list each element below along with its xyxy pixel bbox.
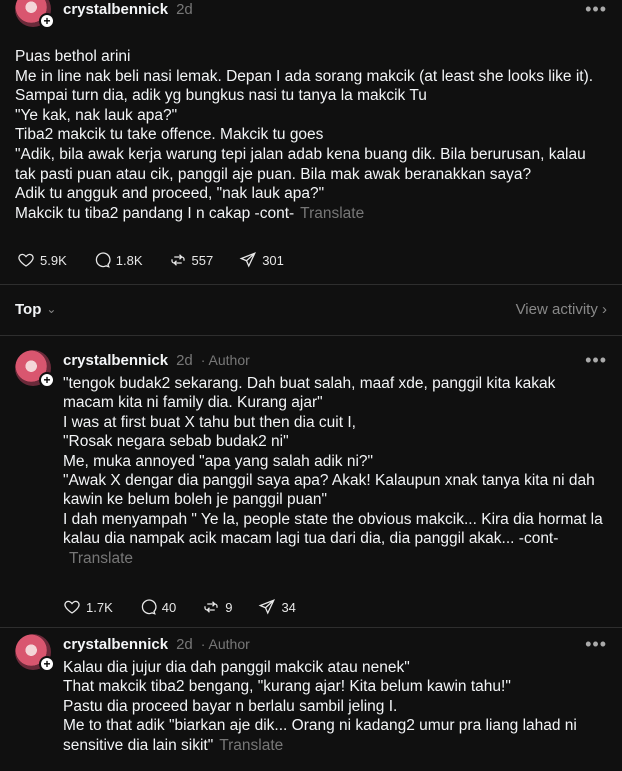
reply-body: Kalau dia jujur dia dah panggil makcik a… [63,658,610,755]
reply-header: crystalbennick 2d · Author ••• [63,634,607,654]
repost-button[interactable]: 557 [169,251,214,269]
share-button[interactable]: 34 [258,598,296,616]
like-count: 1.7K [86,599,113,615]
divider [0,627,622,628]
divider [0,335,622,336]
post-line-text: Makcik tu tiba2 pandang I n cakap -cont- [15,204,295,222]
avatar[interactable]: + [15,634,55,672]
reply-body: "tengok budak2 sekarang. Dah buat salah,… [63,374,610,568]
reply-line-text: Me to that adik "biarkan aje dik... Oran… [63,717,577,754]
post-time: 2d [176,0,193,18]
reply-line: That makcik tiba2 bengang, "kurang ajar!… [63,678,511,696]
translate-link[interactable]: Translate [300,205,364,222]
like-count: 5.9K [40,252,67,268]
repost-icon [170,254,185,266]
follow-plus-icon[interactable]: + [39,372,55,388]
reply-line: Kalau dia jujur dia dah panggil makcik a… [63,659,410,676]
share-count: 301 [262,252,284,268]
reply: + crystalbennick 2d · Author ••• "tengok… [15,350,610,620]
author-badge: · Author [200,636,250,652]
follow-plus-icon[interactable]: + [39,13,55,29]
username[interactable]: crystalbennick [63,1,168,18]
repost-icon [204,601,218,613]
reply-line: Pastu dia proceed bayar n berlalu sambil… [63,697,398,715]
comment-count: 40 [161,599,177,615]
reply-line: "tengok budak2 sekarang. Dah buat salah,… [63,375,556,412]
reply-line: Me, muka annoyed "apa yang salah adik ni… [63,452,374,470]
heart-icon [18,253,34,267]
like-button[interactable]: 5.9K [17,251,67,269]
post-line: Puas bethol arini [15,48,131,65]
author-badge: · Author [200,352,250,368]
divider [0,284,622,285]
sort-bar: Top ⌄ View activity › [15,298,607,320]
post-line: Adik tu angguk and proceed, "nak lauk ap… [15,185,325,203]
reply-line: I dah menyampah " Ye la, people state th… [63,510,610,568]
comment-icon [95,252,111,268]
more-options-icon[interactable]: ••• [585,350,607,371]
post-line: Makcik tu tiba2 pandang I n cakap -cont-… [15,204,610,224]
more-options-icon[interactable]: ••• [585,0,607,20]
avatar[interactable]: + [15,0,55,29]
repost-count: 9 [225,599,233,615]
post-line: "Ye kak, nak lauk apa?" [15,106,178,124]
send-icon [239,252,257,268]
heart-icon [64,600,80,614]
post-body: Puas bethol arini Me in line nak beli na… [15,47,610,223]
post-line: Tiba2 makcik tu take offence. Makcik tu … [15,126,324,144]
translate-link[interactable]: Translate [69,550,133,567]
post-line: Me in line nak beli nasi lemak. Depan I … [15,67,594,85]
reply-line: I was at first buat X tahu but then dia … [63,413,356,431]
follow-plus-icon[interactable]: + [39,656,55,672]
reply-time: 2d [176,635,193,653]
comment-button[interactable]: 1.8K [93,251,143,269]
post-line: Sampai turn dia, adik yg bungkus nasi tu… [15,87,427,105]
reply-line: "Rosak negara sebab budak2 ni" [63,433,289,451]
more-options-icon[interactable]: ••• [585,634,607,655]
view-activity-link[interactable]: View activity › [516,301,607,318]
sort-dropdown[interactable]: Top [15,301,41,318]
reply-line-text: I dah menyampah " Ye la, people state th… [63,510,603,548]
comment-count: 1.8K [115,252,143,268]
repost-button[interactable]: 9 [202,598,232,616]
post-actions: 5.9K 1.8K 557 301 [17,251,310,269]
post-header: + crystalbennick 2d ••• [15,0,607,29]
reply-header: crystalbennick 2d · Author ••• [63,350,607,370]
like-button[interactable]: 1.7K [63,598,113,616]
share-count: 34 [281,599,296,615]
reply-time: 2d [176,351,193,369]
avatar[interactable]: + [15,350,55,388]
translate-link[interactable]: Translate [219,737,283,754]
reply-line: "Awak X dengar dia panggil saya apa? Aka… [63,472,595,509]
reply-actions: 1.7K 40 9 34 [63,598,322,616]
username[interactable]: crystalbennick [63,352,168,369]
comment-button[interactable]: 40 [139,598,176,616]
reply-line: Me to that adik "biarkan aje dik... Oran… [63,716,610,755]
chevron-down-icon[interactable]: ⌄ [46,302,56,316]
post-line: "Adik, bila awak kerja warung tepi jalan… [15,145,586,183]
reply: + crystalbennick 2d · Author ••• Kalau d… [15,634,610,771]
chevron-right-icon: › [602,300,607,318]
share-button[interactable]: 301 [239,251,284,269]
username[interactable]: crystalbennick [63,636,168,653]
send-icon [259,599,276,615]
repost-count: 557 [191,252,214,268]
comment-icon [141,599,157,615]
view-activity-label: View activity [515,300,598,318]
